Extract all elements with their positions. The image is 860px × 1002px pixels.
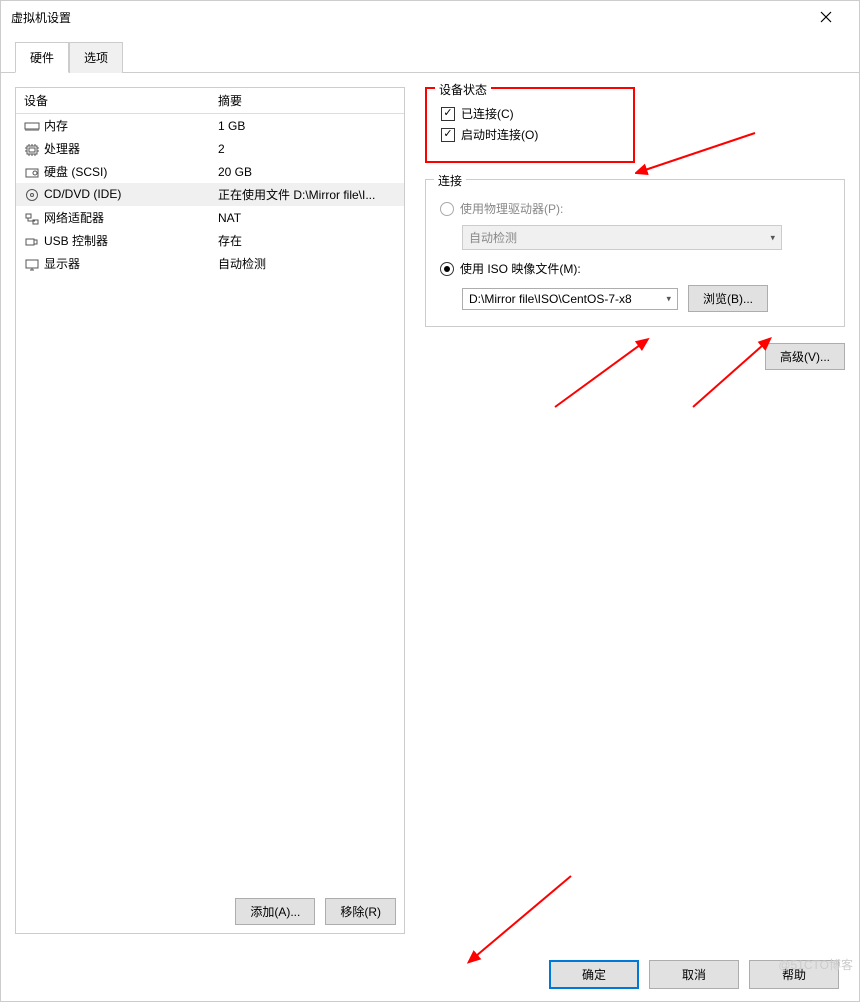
table-row[interactable]: 网络适配器NAT bbox=[16, 206, 404, 229]
watermark: @51CTO博客 bbox=[778, 956, 853, 973]
device-table: 设备 摘要 内存1 GB处理器2硬盘 (SCSI)20 GBCD/DVD (ID… bbox=[16, 88, 404, 890]
connection-legend: 连接 bbox=[434, 172, 466, 189]
device-cell: CD/DVD (IDE) bbox=[16, 183, 210, 206]
add-button[interactable]: 添加(A)... bbox=[235, 898, 315, 925]
iso-radio[interactable] bbox=[440, 262, 454, 276]
cancel-button[interactable]: 取消 bbox=[649, 960, 739, 989]
tabs: 硬件 选项 bbox=[1, 33, 859, 73]
table-row[interactable]: CD/DVD (IDE)正在使用文件 D:\Mirror file\I... bbox=[16, 183, 404, 206]
connected-checkbox-row[interactable]: ✓ 已连接(C) bbox=[441, 105, 619, 122]
annotation-arrow bbox=[635, 125, 765, 185]
physical-drive-select: 自动检测 ▾ bbox=[462, 225, 782, 250]
device-status-legend: 设备状态 bbox=[435, 81, 491, 98]
device-list-panel: 设备 摘要 内存1 GB处理器2硬盘 (SCSI)20 GBCD/DVD (ID… bbox=[15, 87, 405, 934]
summary-cell: 1 GB bbox=[210, 114, 404, 138]
table-row[interactable]: 内存1 GB bbox=[16, 114, 404, 138]
table-row[interactable]: USB 控制器存在 bbox=[16, 229, 404, 252]
connected-checkbox[interactable]: ✓ bbox=[441, 107, 455, 121]
connect-poweron-checkbox-row[interactable]: ✓ 启动时连接(O) bbox=[441, 126, 619, 143]
summary-cell: 自动检测 bbox=[210, 252, 404, 275]
summary-cell: 存在 bbox=[210, 229, 404, 252]
device-cell: 处理器 bbox=[16, 137, 210, 160]
physical-drive-radio[interactable] bbox=[440, 202, 454, 216]
device-cell: 显示器 bbox=[16, 252, 210, 275]
table-row[interactable]: 硬盘 (SCSI)20 GB bbox=[16, 160, 404, 183]
tab-hardware[interactable]: 硬件 bbox=[15, 42, 69, 73]
iso-radio-row[interactable]: 使用 ISO 映像文件(M): bbox=[440, 260, 830, 277]
connected-label: 已连接(C) bbox=[461, 105, 514, 122]
connect-poweron-checkbox[interactable]: ✓ bbox=[441, 128, 455, 142]
network-icon bbox=[24, 212, 40, 226]
iso-path-select[interactable]: D:\Mirror file\ISO\CentOS-7-x8 ▾ bbox=[462, 288, 678, 310]
device-cell: 网络适配器 bbox=[16, 206, 210, 229]
disk-icon bbox=[24, 166, 40, 180]
connection-group: 连接 使用物理驱动器(P): 自动检测 ▾ 使用 ISO 映像文件(M): bbox=[425, 179, 845, 327]
summary-cell: 2 bbox=[210, 137, 404, 160]
physical-drive-label: 使用物理驱动器(P): bbox=[460, 200, 563, 217]
usb-icon bbox=[24, 235, 40, 249]
summary-cell: 20 GB bbox=[210, 160, 404, 183]
table-row[interactable]: 处理器2 bbox=[16, 137, 404, 160]
chevron-down-icon: ▾ bbox=[770, 232, 775, 243]
close-button[interactable] bbox=[803, 1, 849, 33]
display-icon bbox=[24, 258, 40, 272]
chevron-down-icon: ▾ bbox=[666, 293, 671, 304]
col-device: 设备 bbox=[16, 88, 210, 114]
connect-poweron-label: 启动时连接(O) bbox=[461, 126, 538, 143]
col-summary: 摘要 bbox=[210, 88, 404, 114]
summary-cell: NAT bbox=[210, 206, 404, 229]
dialog-footer: 确定 取消 帮助 @51CTO博客 bbox=[1, 948, 859, 1001]
ok-button[interactable]: 确定 bbox=[549, 960, 639, 989]
window-title: 虚拟机设置 bbox=[11, 9, 803, 26]
iso-label: 使用 ISO 映像文件(M): bbox=[460, 260, 581, 277]
browse-button[interactable]: 浏览(B)... bbox=[688, 285, 768, 312]
close-icon bbox=[820, 11, 832, 23]
summary-cell: 正在使用文件 D:\Mirror file\I... bbox=[210, 183, 404, 206]
tab-options[interactable]: 选项 bbox=[69, 42, 123, 73]
physical-drive-radio-row[interactable]: 使用物理驱动器(P): bbox=[440, 200, 830, 217]
table-row[interactable]: 显示器自动检测 bbox=[16, 252, 404, 275]
remove-button[interactable]: 移除(R) bbox=[325, 898, 396, 925]
device-status-group: 设备状态 ✓ 已连接(C) ✓ 启动时连接(O) bbox=[425, 87, 635, 163]
titlebar: 虚拟机设置 bbox=[1, 1, 859, 33]
device-cell: 硬盘 (SCSI) bbox=[16, 160, 210, 183]
cd-icon bbox=[24, 188, 40, 202]
advanced-button[interactable]: 高级(V)... bbox=[765, 343, 845, 370]
memory-icon bbox=[24, 120, 40, 134]
settings-panel: 设备状态 ✓ 已连接(C) ✓ 启动时连接(O) 连接 使用物理驱动器(P): bbox=[425, 87, 845, 934]
device-cell: USB 控制器 bbox=[16, 229, 210, 252]
device-cell: 内存 bbox=[16, 114, 210, 138]
cpu-icon bbox=[24, 143, 40, 157]
